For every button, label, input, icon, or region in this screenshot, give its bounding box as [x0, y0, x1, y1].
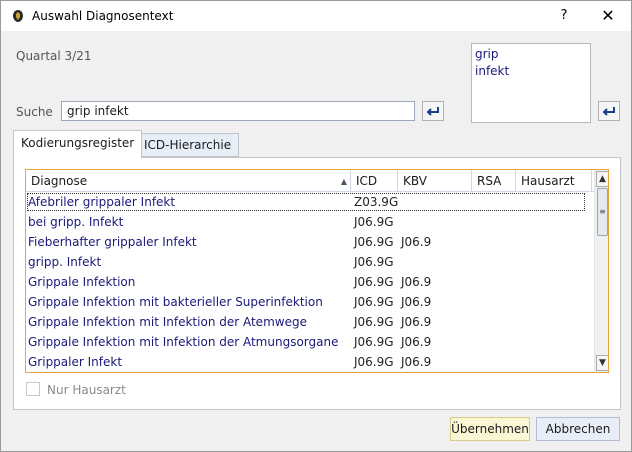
enter-arrow-icon	[602, 107, 615, 116]
cell-kbv	[398, 212, 470, 232]
table-row[interactable]: Grippale Infektion mit Infektion der Ate…	[26, 312, 594, 332]
apply-terms-button[interactable]	[598, 101, 620, 121]
table-row[interactable]: bei gripp. Infekt J06.9G	[26, 212, 594, 232]
diagnosis-table[interactable]: Diagnose ▲ ICD KBV RSA Hausarzt Afebrile…	[25, 169, 609, 373]
column-header-diagnose[interactable]: Diagnose ▲	[26, 170, 351, 192]
cell-kbv	[398, 252, 470, 272]
cell-icd: J06.9G	[354, 335, 394, 349]
cell-icd: J06.9G	[354, 295, 394, 309]
cell-diagnose: gripp. Infekt	[28, 255, 102, 269]
cell-kbv: J06.9	[401, 275, 432, 289]
cell-icd: J06.9G	[354, 355, 394, 369]
column-header-kbv[interactable]: KBV	[398, 170, 472, 192]
search-input[interactable]	[61, 101, 415, 121]
nur-hausarzt-label: Nur Hausarzt	[47, 383, 126, 397]
column-header-rsa[interactable]: RSA	[472, 170, 516, 192]
cell-kbv: J06.9	[401, 235, 432, 249]
cell-kbv: J06.9	[401, 335, 432, 349]
cell-diagnose: Grippale Infektion mit Infektion der Atm…	[28, 335, 339, 349]
uebernehmen-button[interactable]: Übernehmen	[450, 417, 530, 441]
nur-hausarzt-checkbox[interactable]	[26, 382, 40, 396]
cell-diagnose: Grippale Infektion mit bakterieller Supe…	[28, 295, 323, 309]
tab-kodierungsregister[interactable]: Kodierungsregister	[13, 130, 143, 158]
table-header: Diagnose ▲ ICD KBV RSA Hausarzt	[26, 170, 594, 192]
table-row[interactable]: Grippale Infektion J06.9G J06.9	[26, 272, 594, 292]
tab-icd-hierarchie[interactable]: ICD-Hierarchie	[136, 133, 240, 157]
scroll-thumb[interactable]: ≡	[597, 188, 608, 236]
search-terms-list[interactable]: grip infekt	[471, 43, 591, 123]
quartal-label: Quartal 3/21	[16, 49, 92, 63]
search-submit-button[interactable]	[422, 101, 444, 121]
cell-diagnose: Grippale Infektion	[28, 275, 136, 289]
title-bar: Auswahl Diagnosentext ? ✕	[1, 1, 631, 31]
sort-up-icon: ▲	[340, 177, 347, 186]
app-logo-icon	[11, 9, 25, 23]
cell-diagnose: Grippaler Infekt	[28, 355, 123, 369]
cell-diagnose: Fieberhafter grippaler Infekt	[28, 235, 197, 249]
search-term-item[interactable]: infekt	[475, 63, 587, 80]
scroll-down-icon[interactable]: ▼	[596, 355, 608, 371]
cell-icd: J06.9G	[354, 275, 394, 289]
search-term-item[interactable]: grip	[475, 46, 587, 63]
abbrechen-button[interactable]: Abbrechen	[536, 417, 620, 441]
dialog-window: Auswahl Diagnosentext ? ✕ Quartal 3/21 g…	[0, 0, 632, 452]
cell-diagnose: Grippale Infektion mit Infektion der Ate…	[28, 315, 307, 329]
help-button[interactable]: ?	[551, 4, 577, 28]
search-label: Suche	[16, 105, 53, 119]
table-row[interactable]: Fieberhafter grippaler Infekt J06.9G J06…	[26, 232, 594, 252]
cell-kbv: J06.9	[401, 315, 432, 329]
column-header-icd[interactable]: ICD	[351, 170, 398, 192]
window-title: Auswahl Diagnosentext	[32, 9, 174, 23]
table-row[interactable]: Grippaler Infekt J06.9G J06.9	[26, 352, 594, 372]
cell-icd: J06.9G	[354, 235, 394, 249]
column-header-hausarzt[interactable]: Hausarzt	[516, 170, 592, 192]
enter-arrow-icon	[426, 107, 439, 116]
table-row[interactable]: Grippale Infektion mit Infektion der Atm…	[26, 332, 594, 352]
close-button[interactable]: ✕	[593, 4, 623, 28]
scroll-up-icon[interactable]: ▲	[596, 171, 608, 187]
cell-icd: J06.9G	[354, 315, 394, 329]
cell-diagnose: bei gripp. Infekt	[28, 215, 124, 229]
cell-icd: J06.9G	[354, 215, 394, 229]
table-row[interactable]: Afebriler grippaler Infekt Z03.9G	[26, 192, 594, 212]
table-row[interactable]: gripp. Infekt J06.9G	[26, 252, 594, 272]
cell-kbv: J06.9	[401, 355, 432, 369]
cell-icd: J06.9G	[354, 255, 394, 269]
cell-diagnose: Afebriler grippaler Infekt	[26, 192, 586, 212]
cell-kbv	[398, 192, 470, 212]
cell-kbv: J06.9	[401, 295, 432, 309]
cell-icd: Z03.9G	[354, 195, 398, 209]
table-body: Afebriler grippaler Infekt Z03.9G bei gr…	[26, 192, 594, 372]
table-row[interactable]: Grippale Infektion mit bakterieller Supe…	[26, 292, 594, 312]
vertical-scrollbar[interactable]: ▲ ≡ ▼	[594, 170, 608, 372]
